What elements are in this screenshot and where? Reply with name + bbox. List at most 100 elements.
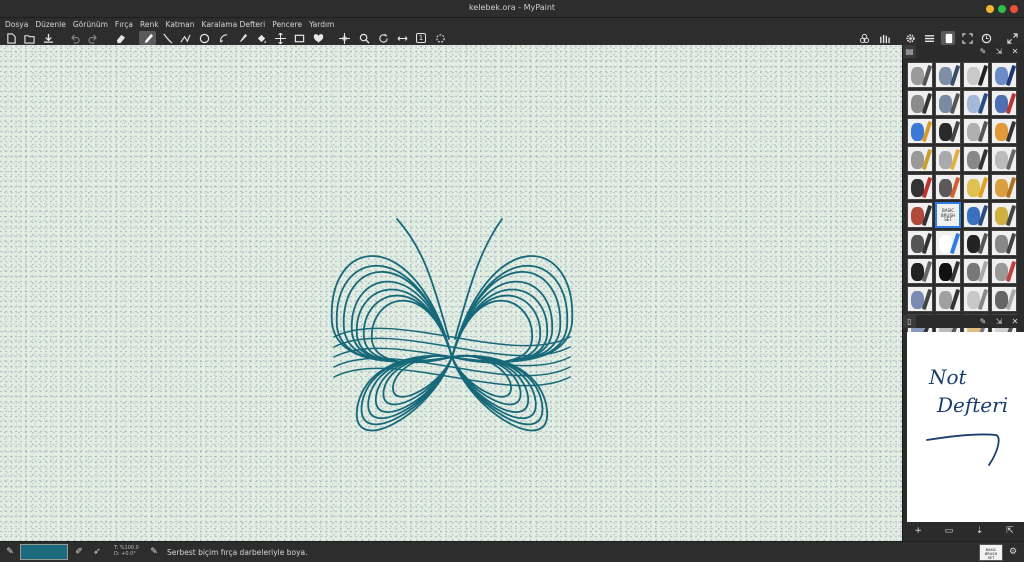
mirror-icon[interactable]: [395, 31, 409, 45]
brush-settings-tab-icon[interactable]: ✎: [975, 47, 991, 56]
menu-renk[interactable]: Renk: [140, 20, 159, 29]
menu-dosya[interactable]: Dosya: [5, 20, 28, 29]
frame-icon[interactable]: [292, 31, 306, 45]
new-file-icon[interactable]: [4, 31, 18, 45]
menu-katman[interactable]: Katman: [166, 20, 195, 29]
brush-item[interactable]: [907, 118, 933, 144]
brush-item[interactable]: [991, 146, 1017, 172]
brush-icon[interactable]: ✎: [4, 546, 16, 558]
brush-item[interactable]: [907, 258, 933, 284]
menu-duzenle[interactable]: Düzenle: [35, 20, 66, 29]
current-color-swatch[interactable]: [20, 544, 68, 560]
undo-icon[interactable]: [67, 31, 81, 45]
brush-item[interactable]: [935, 146, 961, 172]
export-icon[interactable]: ⇱: [1006, 526, 1014, 536]
menu-gorunum[interactable]: Görünüm: [73, 20, 108, 29]
color-picker-icon[interactable]: [235, 31, 249, 45]
brush-item[interactable]: [935, 230, 961, 256]
color-wheel-icon[interactable]: [979, 31, 993, 45]
maximize-button[interactable]: [998, 5, 1006, 13]
current-brush-preview[interactable]: BASIC BRUSH SET: [979, 544, 1003, 561]
brush-item[interactable]: [963, 258, 989, 284]
brush-item[interactable]: [991, 174, 1017, 200]
brush-item[interactable]: [935, 62, 961, 88]
brush-item[interactable]: [963, 118, 989, 144]
close-button[interactable]: [1010, 5, 1018, 13]
minimize-button[interactable]: [986, 5, 994, 13]
brush-item[interactable]: [991, 90, 1017, 116]
menu-firca[interactable]: Fırça: [115, 20, 133, 29]
brush-item[interactable]: [935, 118, 961, 144]
scratchpad-tab-icon[interactable]: ▯: [903, 315, 916, 328]
brush-item[interactable]: [963, 62, 989, 88]
brush-item[interactable]: [963, 286, 989, 312]
pick-color-icon[interactable]: ➶: [91, 546, 103, 558]
menu-bar: Dosya Düzenle Görünüm Fırça Renk Katman …: [0, 18, 1024, 31]
fit-view-icon[interactable]: [433, 31, 447, 45]
scratchpad-icon[interactable]: [941, 31, 955, 45]
brush-item[interactable]: [991, 286, 1017, 312]
ellipse-icon[interactable]: [197, 31, 211, 45]
brush-item[interactable]: [907, 202, 933, 228]
freehand-brush-icon[interactable]: [139, 31, 156, 45]
redo-icon[interactable]: [86, 31, 100, 45]
scratchpad[interactable]: Not Defteri: [907, 332, 1024, 522]
brush-item[interactable]: [935, 258, 961, 284]
detach-panel-icon[interactable]: ⇲: [991, 47, 1007, 56]
brush-library-icon[interactable]: ▤: [903, 45, 916, 58]
brush-settings-icon[interactable]: [877, 31, 891, 45]
scratchpad-toolbar: + ▭ ⇣ ⇱: [903, 523, 1024, 539]
brush-item[interactable]: [907, 90, 933, 116]
connected-lines-icon[interactable]: [178, 31, 192, 45]
brush-item[interactable]: [991, 230, 1017, 256]
zoom-icon[interactable]: [357, 31, 371, 45]
brush-item[interactable]: BASIC BRUSH SET: [935, 202, 961, 228]
expand-icon[interactable]: [1005, 31, 1019, 45]
drawing-canvas[interactable]: [0, 45, 902, 541]
brush-item[interactable]: [963, 146, 989, 172]
brush-item[interactable]: [907, 286, 933, 312]
rotate-icon[interactable]: [376, 31, 390, 45]
brush-item[interactable]: [935, 90, 961, 116]
brush-item[interactable]: [963, 230, 989, 256]
scratchpad-brush-icon[interactable]: ✎: [975, 317, 991, 326]
symmetry-icon[interactable]: [311, 31, 325, 45]
brush-item[interactable]: [991, 118, 1017, 144]
brush-item[interactable]: [963, 174, 989, 200]
settings-gear-icon[interactable]: [903, 31, 917, 45]
brush-item[interactable]: [907, 174, 933, 200]
color-sliders-icon[interactable]: [857, 31, 871, 45]
scratchpad-detach-icon[interactable]: ⇲: [991, 317, 1007, 326]
pan-icon[interactable]: [337, 31, 351, 45]
flood-fill-icon[interactable]: [254, 31, 268, 45]
save-file-icon[interactable]: [41, 31, 55, 45]
brush-item[interactable]: [963, 202, 989, 228]
eraser-icon[interactable]: [113, 31, 127, 45]
open-icon[interactable]: ▭: [945, 526, 954, 536]
move-layer-icon[interactable]: [273, 31, 287, 45]
menu-karalama-defteri[interactable]: Karalama Defteri: [202, 20, 266, 29]
brush-item[interactable]: [991, 62, 1017, 88]
open-file-icon[interactable]: [22, 31, 36, 45]
contour-fill-icon[interactable]: [216, 31, 230, 45]
brush-item[interactable]: [935, 174, 961, 200]
scratchpad-close-icon[interactable]: ✕: [1007, 317, 1023, 326]
add-icon[interactable]: +: [914, 526, 922, 536]
inking-icon[interactable]: [160, 31, 174, 45]
save-icon[interactable]: ⇣: [976, 526, 984, 536]
edit-color-icon[interactable]: ✐: [73, 546, 85, 558]
menu-yardim[interactable]: Yardım: [309, 20, 334, 29]
brush-item[interactable]: [935, 286, 961, 312]
fullscreen-icon[interactable]: [960, 31, 974, 45]
menu-pencere[interactable]: Pencere: [272, 20, 302, 29]
brush-item[interactable]: [907, 230, 933, 256]
brush-item[interactable]: [991, 202, 1017, 228]
brush-item[interactable]: [907, 62, 933, 88]
brush-item[interactable]: [991, 258, 1017, 284]
reset-view-icon[interactable]: 1: [414, 31, 428, 45]
brush-item[interactable]: [907, 146, 933, 172]
close-panel-icon[interactable]: ✕: [1007, 47, 1023, 56]
layers-icon[interactable]: [922, 31, 936, 45]
brush-item[interactable]: [963, 90, 989, 116]
brush-mode-icon[interactable]: ⚙: [1007, 546, 1019, 558]
